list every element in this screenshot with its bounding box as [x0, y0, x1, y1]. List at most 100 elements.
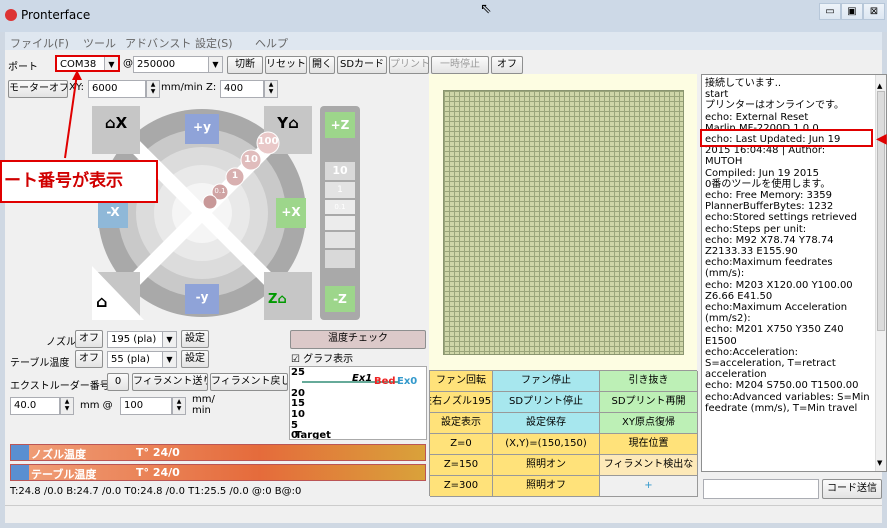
- extrude-length-input[interactable]: 40.0: [10, 397, 60, 415]
- xy-150-button[interactable]: (X,Y)=(150,150): [493, 434, 600, 455]
- sd-card-button[interactable]: SDカード: [337, 56, 387, 74]
- jog-plus-x-button[interactable]: +X: [276, 205, 306, 219]
- status-bar: [5, 505, 882, 523]
- home-z-button[interactable]: Z⌂: [268, 292, 308, 307]
- z-step-1[interactable]: 1: [325, 182, 355, 198]
- nozzle-set-button[interactable]: 設定: [181, 330, 209, 348]
- log-line: Z2133.33 E155.90: [705, 246, 798, 258]
- xy-speed-stepper[interactable]: ▲ ▼: [146, 80, 160, 98]
- nozzle-temp-bar: ノズル温度 T° 24/0: [10, 444, 426, 461]
- jog-minus-x-button[interactable]: -X: [98, 205, 128, 219]
- reset-button[interactable]: リセット: [265, 56, 307, 74]
- log-line: echo:Acceleration:: [705, 346, 798, 358]
- menu-tools[interactable]: ツール: [83, 35, 116, 51]
- z-300-button[interactable]: Z=300: [430, 476, 493, 497]
- jog-step-100[interactable]: 100: [257, 136, 279, 147]
- temperature-graph: 25 20 15 10 5 0 Target Ex1 Bed Ex0: [289, 366, 427, 440]
- unload-button[interactable]: 引き抜き: [600, 371, 698, 392]
- log-line: echo:Maximum feedrates: [705, 257, 833, 269]
- z-0-button[interactable]: Z=0: [430, 434, 493, 455]
- jog-step-10[interactable]: 10: [241, 154, 261, 165]
- pause-button[interactable]: 一時停止: [431, 56, 489, 74]
- jog-plus-y-button[interactable]: +y: [185, 120, 219, 134]
- log-line: feedrate (mm/s), T=Min travel: [705, 402, 858, 414]
- z-speed-stepper[interactable]: ▲ ▼: [264, 80, 278, 98]
- graph-checkbox[interactable]: ☑ グラフ表示: [291, 350, 353, 365]
- bed-temp-select[interactable]: 55 (pla) ▼: [107, 351, 177, 368]
- nozzle-bar-marker: [11, 445, 29, 460]
- jog-step-1[interactable]: 1: [226, 171, 244, 181]
- bed-bar-marker: [11, 465, 29, 480]
- send-command-button[interactable]: コード送信: [822, 479, 882, 499]
- log-line: echo: M203 X120.00 Y100.00: [705, 279, 853, 291]
- menu-advanced[interactable]: アドバンスト: [125, 35, 191, 51]
- open-button[interactable]: 開く: [309, 56, 335, 74]
- current-position-button[interactable]: 現在位置: [600, 434, 698, 455]
- xy-home-button[interactable]: XY原点復帰: [600, 413, 698, 434]
- close-button[interactable]: ⊠: [863, 3, 885, 20]
- home-all-button[interactable]: ⌂: [96, 292, 120, 311]
- bed-set-button[interactable]: 設定: [181, 350, 209, 368]
- nozzle-label: ノズル: [46, 337, 76, 348]
- extruder-number-label: エクストルーダー番号:: [10, 381, 114, 392]
- reverse-button[interactable]: フィラメント戻し: [210, 373, 288, 391]
- add-button[interactable]: +: [600, 476, 698, 497]
- maximize-button[interactable]: ▣: [841, 3, 863, 20]
- extruder-number-button[interactable]: 0: [107, 373, 129, 391]
- show-settings-button[interactable]: 設定表示: [430, 413, 493, 434]
- graph-legend-ex1: Ex1: [352, 373, 373, 384]
- z-step-0-1[interactable]: 0.1: [325, 200, 355, 214]
- extrude-speed-stepper[interactable]: ▲ ▼: [172, 397, 186, 415]
- extrude-button[interactable]: フィラメント送り: [132, 373, 208, 391]
- log-callout-arrow: ◀: [876, 131, 887, 147]
- nozzle-off-button[interactable]: オフ: [75, 330, 103, 348]
- z-speed-input[interactable]: 400: [220, 80, 264, 98]
- off-button[interactable]: オフ: [491, 56, 523, 74]
- z-step-10[interactable]: 10: [325, 162, 355, 180]
- extrude-length-stepper[interactable]: ▲ ▼: [60, 397, 74, 415]
- menu-file[interactable]: ファイル(F): [10, 35, 69, 51]
- xy-speed-input[interactable]: 6000: [88, 80, 146, 98]
- baud-select[interactable]: 250000 ▼: [133, 56, 223, 73]
- nozzle-195-button[interactable]: 左右ノズル195℃: [430, 392, 493, 413]
- menu-settings[interactable]: 設定(S): [195, 35, 233, 51]
- z-step-0-1-down[interactable]: [325, 216, 355, 230]
- extrude-speed-input[interactable]: 100: [120, 397, 172, 415]
- log-line: echo:Advanced variables: S=Min: [705, 391, 870, 403]
- jog-xy-panel: ⌂X Y⌂ +y -y -X +X 100 10 1 0.1 ⌂ Z⌂: [92, 106, 312, 320]
- jog-plus-z-button[interactable]: +Z: [325, 112, 355, 138]
- print-button[interactable]: プリント: [389, 56, 429, 74]
- home-icon: ⌂: [288, 114, 299, 132]
- light-off-button[interactable]: 照明オフ: [493, 476, 600, 497]
- log-line: (mm/s2):: [705, 313, 751, 325]
- log-line: S=acceleration, T=retract: [705, 358, 836, 370]
- jog-minus-y-button[interactable]: -y: [185, 290, 219, 304]
- menu-bar: ファイル(F) ツール アドバンスト 設定(S) ヘルプ: [5, 32, 882, 50]
- sd-print-resume-button[interactable]: SDプリント再開: [600, 392, 698, 413]
- z-step-10-down[interactable]: [325, 250, 355, 268]
- filament-detect-button[interactable]: フィラメント検出な: [600, 455, 698, 476]
- nozzle-temp-select[interactable]: 195 (pla) ▼: [107, 331, 177, 348]
- z-speed-label: Z:: [206, 82, 217, 93]
- scroll-thumb[interactable]: [877, 91, 885, 331]
- light-on-button[interactable]: 照明オン: [493, 455, 600, 476]
- home-y-button[interactable]: Y⌂: [266, 108, 310, 138]
- motors-off-button[interactable]: モーターオフ: [8, 80, 68, 98]
- command-input[interactable]: [703, 479, 819, 499]
- save-settings-button[interactable]: 設定保存: [493, 413, 600, 434]
- port-label: ポート: [8, 62, 38, 73]
- fan-on-button[interactable]: ファン回転: [430, 371, 493, 392]
- z-150-button[interactable]: Z=150: [430, 455, 493, 476]
- home-x-button[interactable]: ⌂X: [94, 108, 138, 138]
- jog-step-0-1[interactable]: 0.1: [210, 187, 230, 195]
- sd-print-stop-button[interactable]: SDプリント停止: [493, 392, 600, 413]
- jog-minus-z-button[interactable]: -Z: [325, 286, 355, 312]
- fan-off-button[interactable]: ファン停止: [493, 371, 600, 392]
- bed-off-button[interactable]: オフ: [75, 350, 103, 368]
- disconnect-button[interactable]: 切断: [227, 56, 263, 74]
- jog-z-panel: +Z 10 1 0.1 -Z: [320, 106, 360, 320]
- z-step-1-down[interactable]: [325, 232, 355, 248]
- minimize-button[interactable]: ▭: [819, 3, 841, 20]
- temp-check-button[interactable]: 温度チェック: [290, 330, 426, 349]
- menu-help[interactable]: ヘルプ: [255, 35, 288, 51]
